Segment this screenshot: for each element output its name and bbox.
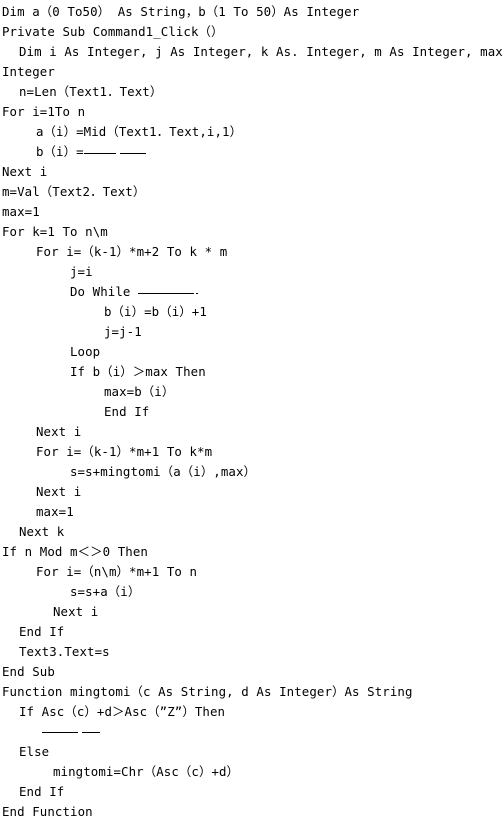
answer-blank[interactable] <box>83 144 146 156</box>
code-text: j=i <box>70 264 93 279</box>
code-line: Integer <box>0 62 503 82</box>
code-text: max=1 <box>36 504 74 519</box>
blank-underline-segment <box>196 293 199 294</box>
code-text: Private Sub Command1_Click（） <box>2 24 224 39</box>
code-line: mingtomi=Chr（Asc（c）+d） <box>0 762 503 782</box>
code-line: Dim i As Integer, j As Integer, k As. In… <box>0 42 503 62</box>
code-line: If n Mod m＜＞0 Then <box>0 542 503 562</box>
code-line: j=i <box>0 262 503 282</box>
code-text: max=b（i） <box>104 384 175 399</box>
code-text: b（i）= <box>36 144 84 159</box>
code-line: max=1 <box>0 502 503 522</box>
code-text: Next k <box>19 524 65 539</box>
code-line: Dim a（0 To50） As String，b（1 To 50）As Int… <box>0 2 503 22</box>
code-text: m=Val（Text2．Text） <box>2 184 146 199</box>
code-line: End Sub <box>0 662 503 682</box>
code-line: For i=（n\m）*m+1 To n <box>0 562 503 582</box>
code-text: a（i）=Mid（Text1．Text,i,1） <box>36 124 243 139</box>
code-text: Next i <box>36 484 82 499</box>
code-text: s=s+a（i） <box>70 584 141 599</box>
code-line: Function mingtomi（c As String, d As Inte… <box>0 682 503 702</box>
code-text: mingtomi=Chr（Asc（c）+d） <box>53 764 240 779</box>
code-line: s=s+a（i） <box>0 582 503 602</box>
code-text: Integer <box>2 64 55 79</box>
code-line: s=s+mingtomi（a（i）,max） <box>0 462 503 482</box>
blank-underline-segment <box>83 153 116 154</box>
code-line: b（i）= <box>0 142 503 162</box>
code-text: If n Mod m＜＞0 Then <box>2 544 148 559</box>
code-text: For k=1 To n\m <box>2 224 108 239</box>
code-text: For i=（k-1）*m+2 To k * m <box>36 244 228 259</box>
code-line: Next i <box>0 422 503 442</box>
code-text: max=1 <box>2 204 40 219</box>
code-line: If b（i）＞max Then <box>0 362 503 382</box>
code-text: End Function <box>2 804 93 819</box>
code-line: End If <box>0 782 503 802</box>
blank-underline-segment <box>119 153 146 154</box>
code-line: For i=1To n <box>0 102 503 122</box>
code-text: j=j-1 <box>104 324 142 339</box>
code-text: End Sub <box>2 664 55 679</box>
code-line: n=Len（Text1．Text） <box>0 82 503 102</box>
code-text: If Asc（c）+d＞Asc（”Z”）Then <box>19 704 226 719</box>
code-line: Next i <box>0 162 503 182</box>
blank-underline-segment <box>42 732 78 733</box>
code-line: j=j-1 <box>0 322 503 342</box>
code-line: For k=1 To n\m <box>0 222 503 242</box>
code-line: Next i <box>0 602 503 622</box>
answer-blank[interactable] <box>2 722 503 742</box>
code-text: n=Len（Text1．Text） <box>19 84 163 99</box>
code-line: Next k <box>0 522 503 542</box>
code-line <box>0 722 503 742</box>
code-text: End If <box>19 784 65 799</box>
code-text: Loop <box>70 344 101 359</box>
code-line: End If <box>0 622 503 642</box>
code-line: a（i）=Mid（Text1．Text,i,1） <box>0 122 503 142</box>
code-text: Dim i As Integer, j As Integer, k As. In… <box>19 44 503 59</box>
code-line: m=Val（Text2．Text） <box>0 182 503 202</box>
code-text: Next i <box>53 604 99 619</box>
answer-blank[interactable] <box>138 284 199 296</box>
code-line: For i=（k-1）*m+2 To k * m <box>0 242 503 262</box>
code-text: End If <box>19 624 65 639</box>
code-line: For i=（k-1）*m+1 To k*m <box>0 442 503 462</box>
blank-underline-segment <box>138 293 195 294</box>
code-line: max=b（i） <box>0 382 503 402</box>
code-text: Dim a（0 To50） As String，b（1 To 50）As Int… <box>2 4 360 19</box>
code-line: Next i <box>0 482 503 502</box>
code-text: For i=（n\m）*m+1 To n <box>36 564 198 579</box>
code-line: Private Sub Command1_Click（） <box>0 22 503 42</box>
code-text: Do While <box>70 284 139 299</box>
blank-underline-segment <box>82 732 100 733</box>
code-line: If Asc（c）+d＞Asc（”Z”）Then <box>0 702 503 722</box>
code-text: Else <box>19 744 50 759</box>
code-text: s=s+mingtomi（a（i）,max） <box>70 464 257 479</box>
code-listing: Dim a（0 To50） As String，b（1 To 50）As Int… <box>0 2 503 819</box>
code-text: Text3.Text=s <box>19 644 110 659</box>
code-text: Function mingtomi（c As String, d As Inte… <box>2 684 413 699</box>
code-line: Do While <box>0 282 503 302</box>
code-line: b（i）=b（i）+1 <box>0 302 503 322</box>
code-text: For i=（k-1）*m+1 To k*m <box>36 444 213 459</box>
code-text: If b（i）＞max Then <box>70 364 206 379</box>
code-line: End Function <box>0 802 503 822</box>
code-line: Loop <box>0 342 503 362</box>
code-line: End If <box>0 402 503 422</box>
code-text: End If <box>104 404 150 419</box>
code-line: max=1 <box>0 202 503 222</box>
code-line: Text3.Text=s <box>0 642 503 662</box>
code-text: For i=1To n <box>2 104 86 119</box>
code-line: Else <box>0 742 503 762</box>
code-text: b（i）=b（i）+1 <box>104 304 207 319</box>
code-text: Next i <box>2 164 48 179</box>
code-text: Next i <box>36 424 82 439</box>
